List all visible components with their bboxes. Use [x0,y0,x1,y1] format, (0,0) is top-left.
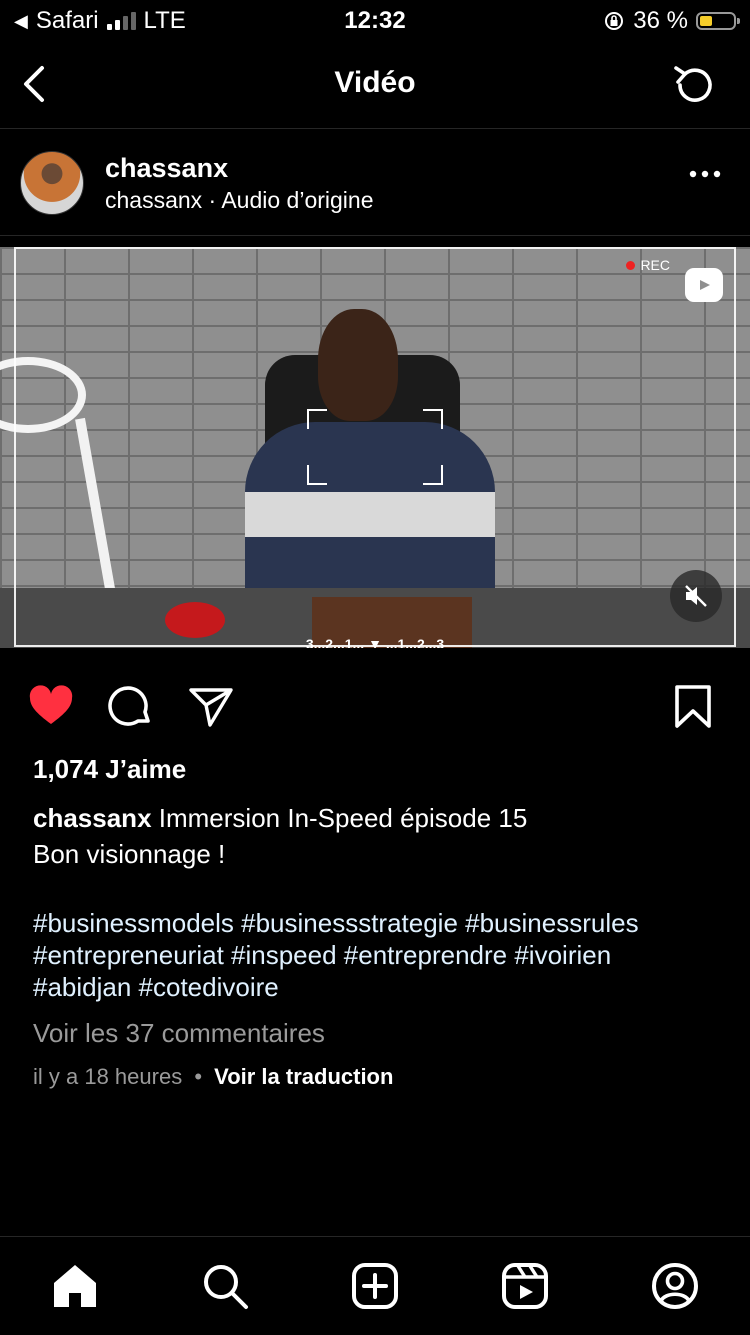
search-icon[interactable] [200,1261,250,1311]
caption-text: Immersion In-Speed épisode 15 [158,803,528,833]
profile-icon[interactable] [650,1261,700,1311]
likes-count[interactable]: 1,074 J’aime [33,754,186,785]
translate-link[interactable]: Voir la traduction [214,1064,393,1089]
hashtags: #businessmodels #businessstrategie #busi… [33,907,733,1003]
rec-indicator: REC [626,257,670,273]
caption-line-2: Bon visionnage ! [33,839,226,869]
create-icon[interactable] [350,1261,400,1311]
post-meta: il y a 18 heures • Voir la traduction [33,1064,393,1090]
mute-button[interactable] [670,570,722,622]
ellipsis-icon[interactable] [688,169,722,179]
bookmark-icon[interactable] [670,684,716,730]
home-icon[interactable] [50,1261,100,1311]
orientation-lock-icon [605,12,624,30]
rec-label: REC [640,257,670,273]
reels-icon[interactable] [500,1261,550,1311]
video-player[interactable]: REC 3...2...1... ▼ ...1...2...3 [0,247,750,648]
battery-percent: 36 % [633,7,688,34]
post-actions [0,684,750,730]
top-nav: Vidéo [0,42,750,129]
meta-separator: • [194,1064,203,1089]
hashtag-line[interactable]: #abidjan #cotedivoire [33,971,733,1003]
battery-icon [696,12,740,30]
refresh-icon[interactable] [670,60,720,110]
audio-line[interactable]: chassanx · Audio d’origine [105,187,374,214]
focus-brackets [307,409,443,485]
post-header: chassanx chassanx · Audio d’origine [0,129,750,236]
avatar[interactable] [20,151,84,215]
heart-filled-icon[interactable] [28,684,74,730]
send-icon[interactable] [188,684,234,730]
status-bar: ◀ Safari LTE 12:32 36 % [0,0,750,42]
countdown-overlay: 3...2...1... ▼ ...1...2...3 [305,636,445,648]
hashtag-line[interactable]: #businessmodels #businessstrategie #busi… [33,907,733,939]
caption-line-1: chassanx Immersion In-Speed épisode 15 [33,800,723,836]
page-title: Vidéo [334,66,416,99]
status-right: 36 % [603,7,740,35]
caption-username[interactable]: chassanx [33,803,152,833]
time-ago: il y a 18 heures [33,1064,183,1089]
hashtag-line[interactable]: #entrepreneuriat #inspeed #entreprendre … [33,939,733,971]
speaker-muted-icon [685,585,707,607]
bottom-tab-bar [0,1236,750,1335]
caption: chassanx Immersion In-Speed épisode 15 B… [33,800,723,872]
comment-icon[interactable] [108,684,154,730]
view-comments-link[interactable]: Voir les 37 commentaires [33,1018,325,1049]
post-username[interactable]: chassanx [105,153,228,184]
reels-icon [685,268,723,302]
